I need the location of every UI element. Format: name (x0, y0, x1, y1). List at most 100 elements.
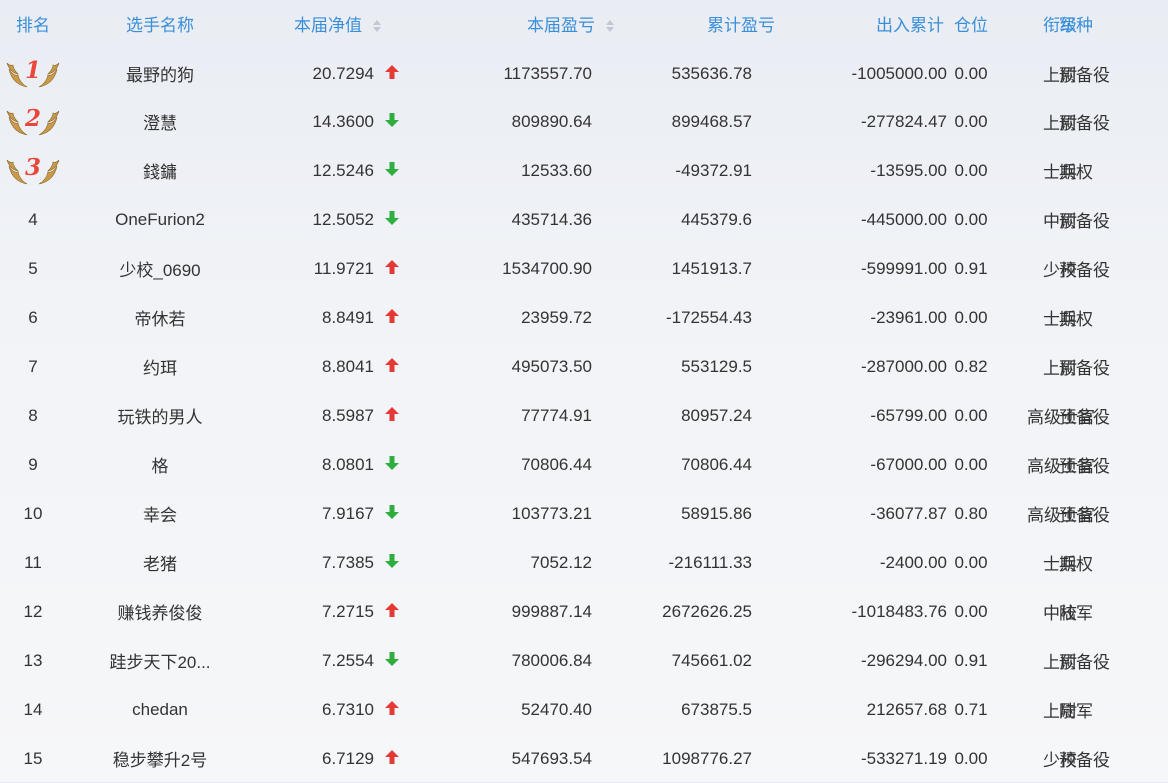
nav-value: 8.5987 (322, 405, 374, 425)
nav-cell: 14.3600 (254, 97, 454, 146)
player-name[interactable]: 澄慧 (66, 97, 254, 146)
col-header-profit[interactable]: 本届盈亏 (454, 0, 617, 46)
player-name[interactable]: 跬步天下20... (66, 636, 254, 685)
table-row[interactable]: 15 稳步攀升2号 6.7129 547693.54 1098776.27 -533271… (0, 734, 1168, 783)
position-cell: 0.00 (954, 748, 988, 768)
cum-profit-cell: 58915.86 (681, 503, 752, 523)
nav-cell: 11.9721 (254, 244, 454, 293)
player-name[interactable]: 赚钱养俊俊 (66, 587, 254, 636)
cum-profit-cell: -172554.43 (665, 307, 752, 327)
nav-cell: 8.5987 (254, 391, 454, 440)
flow-cell: -1005000.00 (851, 63, 947, 83)
branch-cell: 预备役 (1059, 261, 1110, 280)
nav-value: 11.9721 (313, 258, 374, 278)
branch-cell: 预备役 (1059, 751, 1110, 770)
table-row[interactable]: 11 老猪 7.7385 7052.12 -216111.33 -2400.00 0.00 士… (0, 538, 1168, 587)
rank-cell: 11 (24, 552, 42, 572)
flow-cell: -287000.00 (860, 356, 947, 376)
flow-cell: -1018483.76 (851, 601, 947, 621)
arrow-up-icon (385, 260, 399, 275)
position-cell: 0.00 (954, 63, 988, 83)
flow-cell: -445000.00 (860, 209, 947, 229)
player-name[interactable]: 少校_0690 (66, 244, 254, 293)
arrow-down-icon (385, 456, 399, 471)
player-name[interactable]: 帝休若 (66, 293, 254, 342)
nav-value: 7.9167 (322, 503, 374, 523)
nav-cell: 7.2554 (254, 636, 454, 685)
player-name[interactable]: chedan (66, 685, 254, 734)
branch-cell: 期权 (1059, 555, 1093, 574)
player-name[interactable]: 稳步攀升2号 (66, 734, 254, 783)
arrow-up-icon (385, 701, 399, 716)
player-name[interactable]: 格 (66, 440, 254, 489)
col-header-nav-label: 本届净值 (294, 15, 362, 35)
table-row[interactable]: 8 玩铁的男人 8.5987 77774.91 80957.24 -65799.00 0.0… (0, 391, 1168, 440)
arrow-up-icon (385, 750, 399, 765)
table-row[interactable]: 7 约珥 8.8041 495073.50 553129.5 -287000.00 0.82… (0, 342, 1168, 391)
col-header-nav[interactable]: 本届净值 (254, 0, 454, 46)
cum-profit-cell: 553129.5 (681, 356, 752, 376)
position-cell: 0.82 (954, 356, 988, 376)
nav-value: 14.3600 (312, 111, 374, 131)
profit-cell: 780006.84 (511, 650, 592, 670)
arrow-down-icon (385, 113, 399, 128)
nav-cell: 8.8491 (254, 293, 454, 342)
table-row[interactable]: 3 錢鏞 12.5246 12533.60 -49372.91 -13595.00 0.00… (0, 146, 1168, 195)
nav-value: 20.7294 (312, 63, 374, 83)
cum-profit-cell: -216111.33 (668, 552, 753, 572)
sort-icon[interactable] (605, 18, 615, 34)
rank-cell: 5 (28, 258, 38, 278)
col-header-name: 选手名称 (126, 15, 194, 35)
rank-medal: 3 (5, 154, 61, 188)
rank-cell: 7 (28, 356, 38, 376)
nav-value: 6.7310 (322, 699, 374, 719)
arrow-up-icon (385, 309, 399, 324)
flow-cell: 212657.68 (866, 699, 947, 719)
position-cell: 0.80 (954, 503, 988, 523)
table-row[interactable]: 1 最野的狗 20.7294 1173557.70 535636.78 -1005000.… (0, 46, 1168, 97)
player-name[interactable]: 老猪 (66, 538, 254, 587)
col-header-rank: 排名 (16, 15, 50, 35)
cum-profit-cell: 535636.78 (671, 63, 752, 83)
table-body: 1 最野的狗 20.7294 1173557.70 535636.78 -1005000.… (0, 46, 1168, 783)
player-name[interactable]: 约珥 (66, 342, 254, 391)
col-header-cum-profit: 累计盈亏 (707, 15, 775, 35)
table-row[interactable]: 12 赚钱养俊俊 7.2715 999887.14 2672626.25 -1018483… (0, 587, 1168, 636)
table-row[interactable]: 5 少校_0690 11.9721 1534700.90 1451913.7 -59999… (0, 244, 1168, 293)
flow-cell: -533271.19 (860, 748, 947, 768)
branch-cell: 预备役 (1059, 212, 1110, 231)
flow-cell: -296294.00 (860, 650, 947, 670)
table-row[interactable]: 6 帝休若 8.8491 23959.72 -172554.43 -23961.00 0.0… (0, 293, 1168, 342)
table-row[interactable]: 10 幸会 7.9167 103773.21 58915.86 -36077.87 0.80… (0, 489, 1168, 538)
table-row[interactable]: 2 澄慧 14.3600 809890.64 899468.57 -277824.47 0.… (0, 97, 1168, 146)
table-row[interactable]: 9 格 8.0801 70806.44 70806.44 -67000.00 0.00 高级士… (0, 440, 1168, 489)
position-cell: 0.00 (954, 552, 988, 572)
position-cell: 0.00 (954, 601, 988, 621)
arrow-up-icon (385, 358, 399, 373)
profit-cell: 12533.60 (521, 160, 592, 180)
table-row[interactable]: 14 chedan 6.7310 52470.40 673875.5 212657.68 0… (0, 685, 1168, 734)
flow-cell: -277824.47 (860, 111, 947, 131)
arrow-down-icon (385, 211, 399, 226)
col-header-branch: 军种 (1059, 15, 1093, 35)
branch-cell: 预备役 (1059, 359, 1110, 378)
sort-icon[interactable] (372, 18, 382, 34)
player-name[interactable]: 錢鏞 (66, 146, 254, 195)
branch-cell: 期权 (1059, 310, 1093, 329)
nav-cell: 6.7310 (254, 685, 454, 734)
player-name[interactable]: 玩铁的男人 (66, 391, 254, 440)
player-name[interactable]: 最野的狗 (66, 46, 254, 97)
profit-cell: 1173557.70 (503, 63, 592, 83)
profit-cell: 435714.36 (511, 209, 592, 229)
player-name[interactable]: OneFurion2 (66, 195, 254, 244)
arrow-up-icon (385, 407, 399, 422)
position-cell: 0.00 (954, 454, 988, 474)
table-row[interactable]: 13 跬步天下20... 7.2554 780006.84 745661.02 -2962… (0, 636, 1168, 685)
table-row[interactable]: 4 OneFurion2 12.5052 435714.36 445379.6 -4450… (0, 195, 1168, 244)
nav-value: 8.8491 (322, 307, 374, 327)
player-name[interactable]: 幸会 (66, 489, 254, 538)
flow-cell: -36077.87 (870, 503, 947, 523)
nav-value: 8.0801 (322, 454, 374, 474)
profit-cell: 547693.54 (511, 748, 592, 768)
col-header-position: 仓位 (954, 15, 988, 35)
